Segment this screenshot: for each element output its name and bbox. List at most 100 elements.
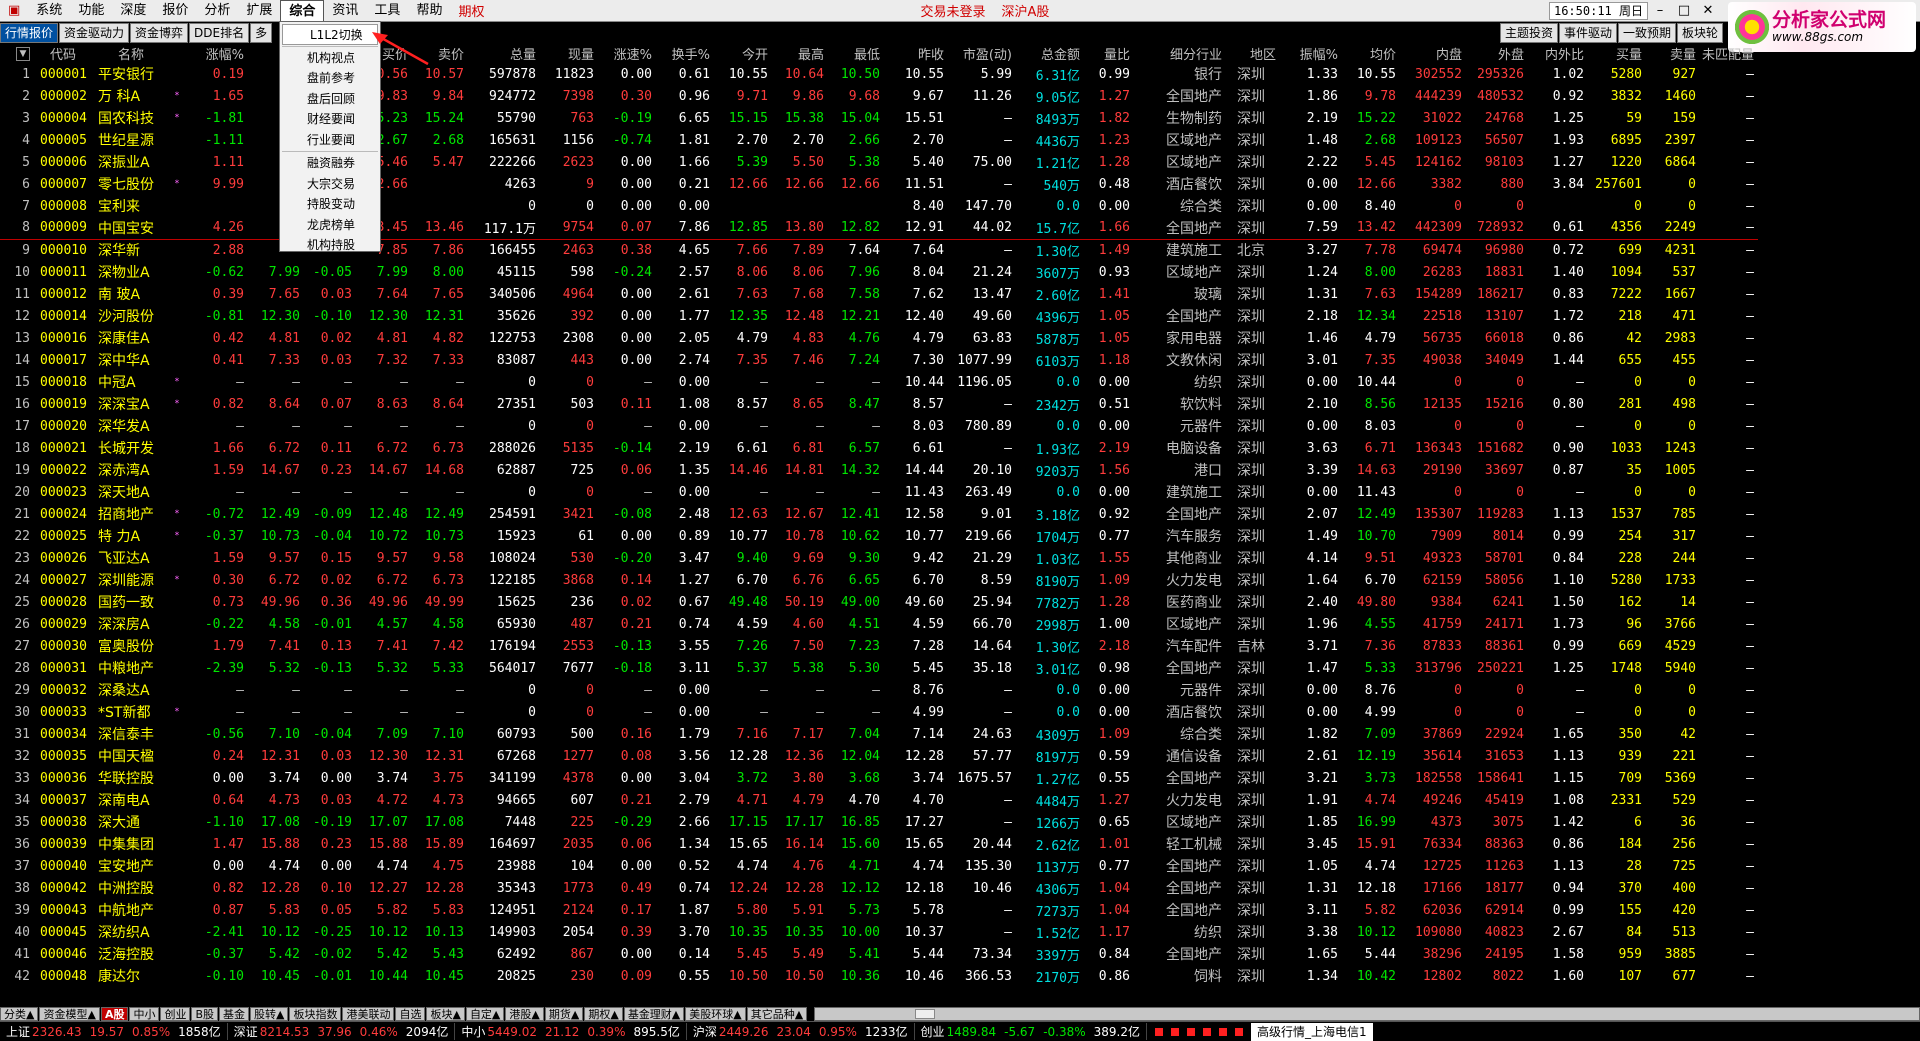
header-10[interactable]: 现量 <box>540 43 598 63</box>
menu-item-3[interactable]: 报价 <box>154 0 196 22</box>
table-row[interactable]: 25 000028 国药一致 0.73 49.96 0.36 49.96 49.99 15625… <box>0 591 1758 613</box>
header-0[interactable]: ▼ <box>0 43 34 63</box>
table-row[interactable]: 15 000018 中冠A * — — — — —0 0—0.00— — —10.44 1196.05 0… <box>0 371 1758 393</box>
table-row[interactable]: 38 000042 中洲控股 0.82 12.28 0.10 12.27 12.28 35343… <box>0 877 1758 899</box>
table-row[interactable]: 29 000032 深桑达A — — — — — 0 0 — 0.00 — — — 8.76 — 0.0 0.00 元… <box>0 679 1758 701</box>
table-row[interactable]: 33 000036 华联控股 0.00 3.74 0.00 3.74 3.75 341199 43… <box>0 767 1758 789</box>
toolbar-right-tab-0[interactable]: 主题投资 <box>1499 23 1558 43</box>
market-tab-1[interactable]: 资金模型▲ <box>39 1007 100 1021</box>
header-2[interactable]: 名称 <box>96 43 170 63</box>
header-22[interactable]: 振幅% <box>1280 43 1342 63</box>
header-21[interactable]: 地区 <box>1226 43 1280 63</box>
market-tab-7[interactable]: 股转▲ <box>250 1007 289 1021</box>
header-23[interactable]: 均价 <box>1342 43 1400 63</box>
header-20[interactable]: 细分行业 <box>1134 43 1226 63</box>
market-tab-0[interactable]: 分类▲ <box>0 1007 39 1021</box>
market-tab-2[interactable]: A股 <box>100 1007 129 1021</box>
table-row[interactable]: 31 000034 深信泰丰 -0.56 7.10 -0.04 7.09 7.10 60793 5… <box>0 723 1758 745</box>
market-tab-13[interactable]: 港股▲ <box>505 1007 544 1021</box>
table-row[interactable]: 3 000004 国农科技 * -1.81 15.23 15.24 55790 763 -0.19… <box>0 107 1758 129</box>
table-row[interactable]: 5 000006 深振业A 1.11 5.46 5.47 222266 2623 0.00 1.6… <box>0 151 1758 173</box>
table-row[interactable]: 8 000009 中国宝安 4.26 13.45 13.46 117.1万 9754 0.07 7… <box>0 217 1758 240</box>
header-9[interactable]: 总量 <box>468 43 540 63</box>
table-row[interactable]: 32 000035 中国天楹 0.24 12.31 0.03 12.30 12.31 67268… <box>0 745 1758 767</box>
header-14[interactable]: 最高 <box>772 43 828 63</box>
table-row[interactable]: 20 000023 深天地A — — — — —0 0—0.00— — —11.43 263.49 0.… <box>0 481 1758 503</box>
menu-item-4[interactable]: 分析 <box>196 0 238 22</box>
menu-item-7[interactable]: 资讯 <box>324 0 366 22</box>
sort-dropdown-icon[interactable]: ▼ <box>16 47 30 61</box>
market-tab-12[interactable]: 自定▲ <box>465 1007 505 1021</box>
index-hs[interactable]: 沪深 2449.26 23.04 0.95% 1233亿 <box>687 1023 915 1040</box>
header-25[interactable]: 外盘 <box>1466 43 1528 63</box>
table-row[interactable]: 26 000029 深深房A -0.22 4.58 -0.01 4.57 4.58 65930 4… <box>0 613 1758 635</box>
table-row[interactable]: 19 000022 深赤湾A 1.59 14.67 0.23 14.67 14.68 62887… <box>0 459 1758 481</box>
menu-item-2[interactable]: 深度 <box>112 0 154 22</box>
index-sh[interactable]: 上证 2326.43 19.57 0.85% 1858亿 <box>0 1023 228 1040</box>
toolbar-right-tab-3[interactable]: 板块轮 <box>1676 23 1723 43</box>
market-tab-4[interactable]: 创业 <box>160 1007 191 1021</box>
header-27[interactable]: 买量 <box>1588 43 1646 63</box>
header-17[interactable]: 市盈(动) <box>948 43 1016 63</box>
table-row[interactable]: 7 000008 宝利来 0 0 0.00 0.00 8.40 147.70 0.0 0.00 综合类… <box>0 195 1758 217</box>
qiquan-link[interactable]: 期权 <box>450 1 492 20</box>
market-tab-6[interactable]: 基金 <box>219 1007 249 1021</box>
toolbar-right-tab-1[interactable]: 事件驱动 <box>1558 23 1617 43</box>
table-row[interactable]: 4 000005 世纪星源 -1.11 2.67 2.68 165631 1156 -0.74 1… <box>0 129 1758 151</box>
header-4[interactable]: 涨幅% <box>184 43 248 63</box>
table-row[interactable]: 18 000021 长城开发 1.66 6.72 0.11 6.72 6.73 288026 51… <box>0 437 1758 459</box>
market-tab-17[interactable]: 美股环球▲ <box>685 1007 746 1021</box>
index-zx[interactable]: 中小 5449.02 21.12 0.39% 895.5亿 <box>455 1023 687 1040</box>
header-1[interactable]: 代码 <box>34 43 96 63</box>
toolbar-tab-3[interactable]: DDE排名 <box>189 23 250 43</box>
market-tab-10[interactable]: 自选 <box>395 1007 426 1021</box>
dropdown-item-8[interactable]: 持股变动 <box>280 194 380 215</box>
toolbar-tab-2[interactable]: 资金博弈 <box>130 23 189 43</box>
dropdown-item-1[interactable]: 机构视点 <box>280 48 380 69</box>
table-row[interactable]: 42 000048 康达尔 -0.10 10.45 -0.01 10.44 10.45 2082… <box>0 965 1758 987</box>
table-row[interactable]: 16 000019 深深宝A * 0.82 8.64 0.07 8.63 8.64 27351 50… <box>0 393 1758 415</box>
table-row[interactable]: 28 000031 中粮地产 -2.39 5.32 -0.13 5.32 5.33 564017… <box>0 657 1758 679</box>
table-row[interactable]: 22 000025 特 力A * -0.37 10.73 -0.04 10.72 10.73 15… <box>0 525 1758 547</box>
menu-item-1[interactable]: 功能 <box>70 0 112 22</box>
market-label[interactable]: 深沪A股 <box>993 1 1057 20</box>
maximize-icon[interactable]: □ <box>1672 3 1696 18</box>
minimize-icon[interactable]: – <box>1648 3 1672 18</box>
dropdown-item-9[interactable]: 龙虎榜单 <box>280 215 380 236</box>
table-row[interactable]: 24 000027 深圳能源 * 0.30 6.72 0.02 6.72 6.73 122185 3… <box>0 569 1758 591</box>
index-cy[interactable]: 创业 1489.84 -5.67 -0.38% 389.2亿 <box>915 1023 1148 1040</box>
header-11[interactable]: 涨速% <box>598 43 656 63</box>
table-row[interactable]: 35 000038 深大通 -1.10 17.08 -0.19 17.07 17.08 7448… <box>0 811 1758 833</box>
table-row[interactable]: 37 000040 宝安地产 0.00 4.74 0.00 4.74 4.75 23988 104… <box>0 855 1758 877</box>
menu-item-0[interactable]: 系统 <box>28 0 70 22</box>
table-row[interactable]: 14 000017 深中华A 0.41 7.33 0.03 7.32 7.33 83087 443… <box>0 349 1758 371</box>
market-tab-11[interactable]: 板块▲ <box>426 1007 465 1021</box>
header-18[interactable]: 总金额 <box>1016 43 1084 63</box>
market-tab-9[interactable]: 港美联动 <box>342 1007 395 1021</box>
toolbar-tab-4[interactable]: 多 <box>250 23 273 43</box>
header-15[interactable]: 最低 <box>828 43 884 63</box>
app-icon[interactable]: ▣ <box>0 0 28 22</box>
dropdown-item-4[interactable]: 财经要闻 <box>280 109 380 130</box>
table-row[interactable]: 30 000033 *ST新都 * — — — — — 0 0 — 0.00 — — — 4.99 — 0.0 0.0… <box>0 701 1758 723</box>
trade-login-status[interactable]: 交易未登录 <box>912 1 993 20</box>
header-3[interactable] <box>170 43 184 63</box>
market-tab-15[interactable]: 期权▲ <box>584 1007 623 1021</box>
market-tab-14[interactable]: 期货▲ <box>544 1007 584 1021</box>
table-row[interactable]: 11 000012 南 玻A 0.39 7.65 0.03 7.64 7.65 340506 49… <box>0 283 1758 305</box>
table-row[interactable]: 40 000045 深纺织A -2.41 10.12 -0.25 10.12 10.13 149… <box>0 921 1758 943</box>
market-tab-8[interactable]: 板块指数 <box>289 1007 342 1021</box>
dropdown-item-3[interactable]: 盘后回顾 <box>280 89 380 110</box>
header-12[interactable]: 换手% <box>656 43 714 63</box>
menu-item-8[interactable]: 工具 <box>366 0 408 22</box>
table-row[interactable]: 23 000026 飞亚达A 1.59 9.57 0.15 9.57 9.58 108024 53… <box>0 547 1758 569</box>
table-row[interactable]: 2 000002 万 科A * 1.65 9.83 9.84 924772 7398 0.30 0.… <box>0 85 1758 107</box>
table-row[interactable]: 17 000020 深华发A — — — — —0 0—0.00— — —8.03 780.89 0.0… <box>0 415 1758 437</box>
market-tab-5[interactable]: B股 <box>191 1007 218 1021</box>
header-24[interactable]: 内盘 <box>1400 43 1466 63</box>
toolbar-right-tab-2[interactable]: 一致预期 <box>1617 23 1676 43</box>
market-tab-16[interactable]: 基金理财▲ <box>623 1007 685 1021</box>
dropdown-item-5[interactable]: 行业要闻 <box>280 130 380 151</box>
header-28[interactable]: 卖量 <box>1646 43 1700 63</box>
header-26[interactable]: 内外比 <box>1528 43 1588 63</box>
